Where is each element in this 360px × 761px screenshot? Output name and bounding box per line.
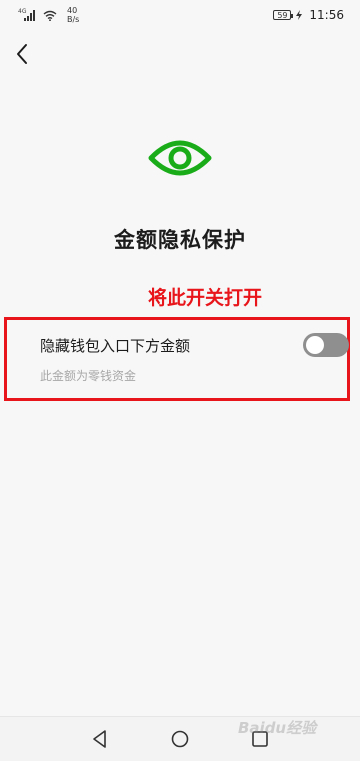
network-speed: 40 B/s (67, 6, 79, 24)
clock: 11:56 (309, 8, 344, 22)
nav-home-button[interactable] (168, 727, 192, 751)
setting-description: 此金额为零钱资金 (40, 369, 137, 383)
chevron-left-icon (17, 44, 27, 64)
wifi-icon (43, 10, 57, 21)
network-type: 4G (18, 8, 27, 15)
hide-amount-toggle[interactable] (303, 333, 349, 357)
annotation-text: 将此开关打开 (147, 287, 262, 309)
annotation-highlight-box (4, 317, 350, 401)
watermark-text: Baidu经验 (238, 719, 317, 737)
setting-label: 隐藏钱包入口下方金额 (40, 337, 191, 355)
page-title: 金额隐私保护 (114, 228, 246, 252)
battery-icon: 59 (273, 10, 294, 20)
charging-icon (296, 10, 303, 20)
status-left: 4G 40 B/s (18, 6, 79, 24)
toggle-knob (306, 336, 324, 354)
eye-icon (148, 140, 212, 176)
status-bar: 4G 40 B/s 59 11:56 (0, 0, 360, 32)
speed-value: 40 (67, 6, 78, 15)
speed-unit: B/s (67, 15, 80, 24)
baidu-watermark: Baidu经验 (238, 717, 348, 757)
circle-home-icon (171, 730, 189, 748)
status-right: 59 11:56 (273, 8, 344, 22)
nav-back-button[interactable] (88, 727, 112, 751)
battery-level: 59 (277, 11, 288, 20)
triangle-back-icon (93, 730, 106, 748)
back-button[interactable] (10, 40, 34, 68)
